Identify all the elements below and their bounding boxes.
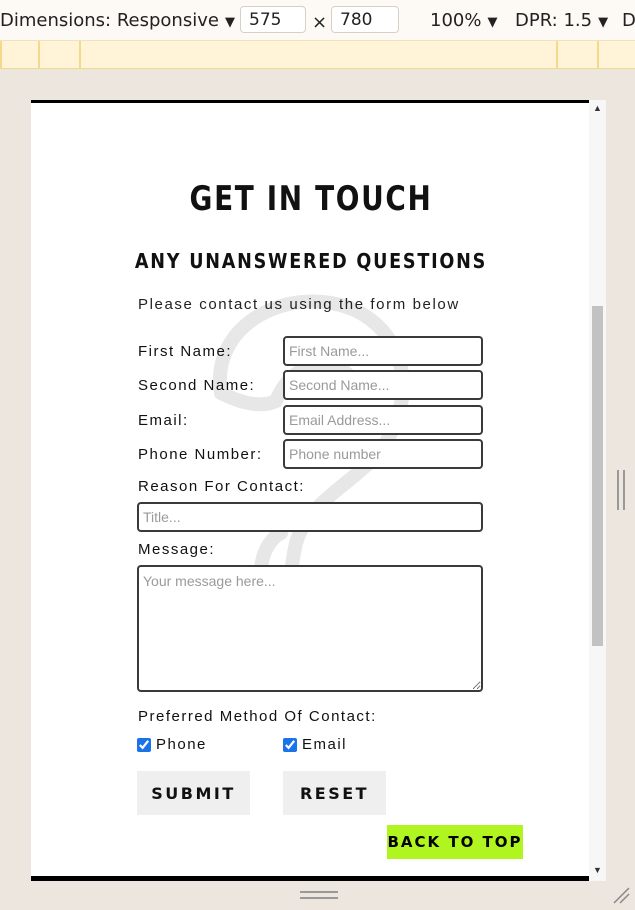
page-subtitle: ANY UNANSWERED QUESTIONS (134, 249, 488, 273)
phone-number-label: Phone Number: (138, 446, 263, 463)
dimensions-dropdown[interactable]: Dimensions: Responsive ▼ (0, 10, 235, 31)
message-textarea[interactable] (137, 565, 483, 692)
scrollbar-thumb[interactable] (592, 306, 603, 646)
times-symbol: × (312, 12, 328, 33)
vertical-scrollbar[interactable]: ▲ ▼ (589, 100, 606, 881)
media-query-bar[interactable] (0, 40, 635, 69)
truncated-toolbar-item[interactable]: D (622, 10, 635, 31)
zoom-dropdown[interactable]: 100% ▼ (430, 10, 497, 31)
dimensions-label: Dimensions: Responsive (0, 10, 219, 31)
caret-down-icon: ▼ (224, 15, 235, 30)
email-label: Email: (138, 412, 189, 429)
message-label: Message: (138, 541, 216, 558)
submit-button[interactable]: SUBMIT (137, 771, 250, 815)
bottom-resize-handle-icon[interactable] (300, 891, 338, 901)
dpr-dropdown[interactable]: DPR: 1.5 ▼ (515, 10, 608, 31)
zoom-label: 100% (430, 10, 482, 31)
dpr-label: DPR: 1.5 (515, 10, 593, 31)
first-name-input[interactable] (283, 336, 483, 366)
scroll-down-arrow-icon[interactable]: ▼ (593, 865, 602, 875)
intro-text: Please contact us using the form below (138, 296, 460, 313)
mq-divider (597, 41, 599, 69)
mq-divider (556, 41, 558, 69)
drag-handle-icon[interactable] (617, 470, 627, 510)
reset-button[interactable]: RESET (283, 771, 386, 815)
width-input[interactable]: 575 (240, 6, 306, 33)
emulated-viewport: GET IN TOUCH ANY UNANSWERED QUESTIONS Pl… (31, 100, 591, 881)
phone-checkbox[interactable] (137, 738, 151, 752)
second-name-label: Second Name: (138, 377, 256, 394)
reason-label: Reason For Contact: (138, 478, 305, 495)
reason-input[interactable] (137, 502, 483, 532)
email-input[interactable] (283, 405, 483, 435)
mq-divider (79, 41, 81, 69)
email-checkbox[interactable] (283, 738, 297, 752)
devtools-toolbar: Dimensions: Responsive ▼ 575 × 780 100% ▼ … (0, 0, 635, 40)
phone-option-label: Phone (156, 736, 207, 753)
page-title: GET IN TOUCH (189, 179, 433, 219)
height-input[interactable]: 780 (331, 6, 399, 33)
mq-divider (38, 41, 40, 69)
preferred-contact-label: Preferred Method Of Contact: (138, 708, 377, 725)
resize-corner-icon[interactable] (612, 886, 630, 904)
second-name-input[interactable] (283, 370, 483, 400)
scroll-up-arrow-icon[interactable]: ▲ (593, 103, 602, 113)
back-to-top-button[interactable]: BACK TO TOP (387, 825, 523, 859)
first-name-label: First Name: (138, 343, 233, 360)
mq-divider (0, 41, 2, 69)
email-option-label: Email (302, 736, 348, 753)
caret-down-icon: ▼ (598, 15, 609, 30)
caret-down-icon: ▼ (487, 15, 498, 30)
phone-number-input[interactable] (283, 439, 483, 469)
